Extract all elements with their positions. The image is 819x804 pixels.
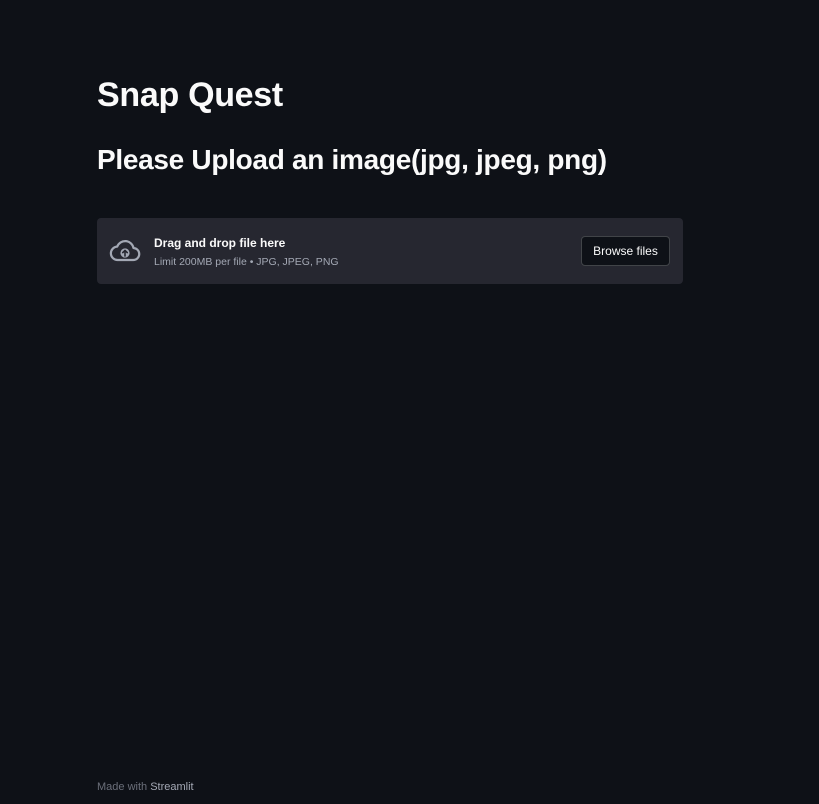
footer-prefix: Made with [97,781,148,793]
footer: Made with Streamlit [97,780,194,794]
dropzone-instructions: Drag and drop file here Limit 200MB per … [154,235,339,269]
app-page: Snap Quest Please Upload an image(jpg, j… [0,0,819,804]
dropzone-main-text: Drag and drop file here [154,236,286,250]
file-dropzone[interactable]: Drag and drop file here Limit 200MB per … [97,218,683,284]
upload-heading: Please Upload an image(jpg, jpeg, png) [97,144,607,175]
page-title: Snap Quest [97,76,283,114]
browse-files-button[interactable]: Browse files [581,236,670,266]
streamlit-link[interactable]: Streamlit [150,781,193,793]
dropzone-limit-text: Limit 200MB per file • JPG, JPEG, PNG [154,256,339,268]
cloud-upload-icon [109,237,141,265]
